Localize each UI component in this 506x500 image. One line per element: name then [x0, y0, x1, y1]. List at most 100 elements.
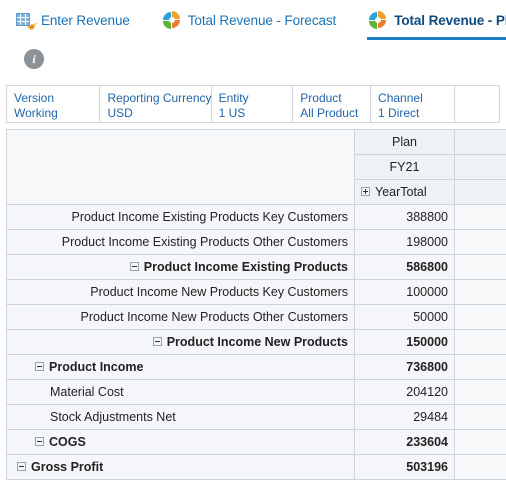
data-cell[interactable]: 100000 — [354, 279, 455, 305]
data-cell[interactable]: 50000 — [354, 304, 455, 330]
row-header-cell[interactable]: COGS — [6, 429, 355, 455]
row-header-label: Product Income — [49, 360, 144, 374]
data-blank-cell — [454, 229, 506, 255]
row-header-label: Product Income Existing Products Key Cus… — [71, 210, 348, 224]
expand-icon[interactable] — [361, 187, 370, 197]
collapse-icon[interactable] — [17, 461, 26, 471]
row-header-cell[interactable]: Product Income Existing Products Other C… — [6, 229, 355, 255]
table-row: Material Cost 204120 — [6, 379, 506, 405]
pov-cell-version[interactable]: Version Working — [7, 86, 101, 122]
table-row: Product Income New Products Other Custom… — [6, 304, 506, 330]
pov-member-value: USD — [107, 105, 133, 120]
row-header-label: Product Income New Products Other Custom… — [80, 310, 348, 324]
pov-cell-product[interactable]: Product All Product — [293, 86, 372, 122]
column-header-cell[interactable]: YearTotal — [354, 179, 455, 205]
data-blank-cell — [454, 429, 506, 455]
tab-enter-revenue[interactable]: Enter Revenue — [14, 0, 143, 40]
row-header-label: Product Income New Products — [166, 335, 348, 349]
table-row: Product Income 736800 — [6, 354, 506, 380]
tab-label: Total Revenue - Forecast — [187, 12, 337, 28]
pov-bar: Version Working Reporting Currency USD Entit… — [6, 85, 500, 123]
pov-dimension-label: Product — [300, 90, 342, 105]
pov-member-value: Working — [14, 105, 58, 120]
row-header-label: Product Income New Products Key Customer… — [90, 285, 348, 299]
table-row: Gross Profit 503196 — [6, 454, 506, 480]
row-header-cell[interactable]: Stock Adjustments Net — [6, 404, 355, 430]
table-row: Stock Adjustments Net 29484 — [6, 404, 506, 430]
data-cell[interactable]: 388800 — [354, 204, 455, 230]
data-cell[interactable]: 204120 — [354, 379, 455, 405]
pov-cell-channel[interactable]: Channel 1 Direct — [371, 86, 455, 122]
row-header-label: Product Income Existing Products — [143, 260, 348, 274]
table-row: COGS 233604 — [6, 429, 506, 455]
data-cell[interactable]: 503196 — [354, 454, 455, 480]
data-grid: Plan FY21 YearTotal Product Income Existing… — [6, 129, 506, 480]
column-header-row: Plan — [6, 129, 506, 205]
row-header-cell[interactable]: Product Income Existing Products Key Cus… — [6, 204, 355, 230]
row-header-cell[interactable]: Product Income New Products Key Customer… — [6, 279, 355, 305]
pov-cell-entity[interactable]: Entity 1 US — [212, 86, 294, 122]
pov-dimension-label: Entity — [218, 90, 249, 105]
column-header-blank-cell — [454, 129, 506, 155]
info-bar: i — [0, 40, 506, 78]
collapse-icon[interactable] — [35, 436, 44, 446]
data-blank-cell — [454, 454, 506, 480]
data-cell[interactable]: 736800 — [354, 354, 455, 380]
tab-bar: Enter Revenue Total Revenue - Forecast T… — [0, 0, 506, 40]
data-blank-cell — [454, 404, 506, 430]
pie-chart-icon — [369, 11, 387, 29]
data-blank-cell — [454, 279, 506, 305]
row-header-cell[interactable]: Material Cost — [6, 379, 355, 405]
column-header-label: Plan — [391, 135, 418, 149]
grid-container: Plan FY21 YearTotal Product Income Existing… — [0, 123, 506, 480]
row-header-label: Gross Profit — [31, 460, 104, 474]
row-header-label: Material Cost — [50, 385, 124, 399]
data-blank-cell — [454, 379, 506, 405]
row-header-label: COGS — [49, 435, 86, 449]
row-header-cell[interactable]: Product Income Existing Products — [6, 254, 355, 280]
info-icon[interactable]: i — [24, 49, 44, 69]
data-cell[interactable]: 29484 — [354, 404, 455, 430]
pov-bar-container: Version Working Reporting Currency USD Entit… — [0, 78, 506, 123]
row-header-label: Stock Adjustments Net — [50, 410, 176, 424]
row-header-cell[interactable]: Gross Profit — [6, 454, 355, 480]
collapse-icon[interactable] — [35, 361, 44, 371]
data-cell[interactable]: 150000 — [354, 329, 455, 355]
data-cell[interactable]: 233604 — [354, 429, 455, 455]
column-header-blank-cell — [454, 179, 506, 205]
tab-total-revenue-forecast[interactable]: Total Revenue - Forecast — [161, 0, 349, 40]
data-blank-cell — [454, 254, 506, 280]
grid-corner-cell — [6, 129, 355, 205]
data-blank-cell — [454, 304, 506, 330]
data-cell[interactable]: 198000 — [354, 229, 455, 255]
pov-member-value: 1 Direct — [378, 105, 420, 120]
tab-label: Enter Revenue — [41, 12, 130, 28]
pov-member-value: 1 US — [218, 105, 246, 120]
pov-cell-reporting-currency[interactable]: Reporting Currency USD — [100, 86, 212, 122]
tab-total-revenue-plan[interactable]: Total Revenue - Plan — [367, 0, 506, 40]
row-header-cell[interactable]: Product Income New Products Other Custom… — [6, 304, 355, 330]
pie-chart-icon — [162, 11, 181, 29]
row-header-cell[interactable]: Product Income — [6, 354, 355, 380]
column-header-cell[interactable]: Plan — [354, 129, 455, 155]
data-cell[interactable]: 586800 — [354, 254, 455, 280]
data-blank-cell — [454, 354, 506, 380]
table-row: Product Income Existing Products 586800 — [6, 254, 506, 280]
column-header-blank-cell — [454, 154, 506, 180]
tab-label: Total Revenue - Plan — [394, 12, 506, 28]
pov-cell-empty[interactable] — [455, 86, 499, 122]
active-tab-indicator — [367, 37, 506, 40]
pov-dimension-label: Version — [14, 90, 55, 105]
table-row: Product Income New Products 150000 — [6, 329, 506, 355]
collapse-icon[interactable] — [129, 261, 139, 271]
table-row: Product Income Existing Products Other C… — [6, 229, 506, 255]
grid-pencil-icon — [16, 11, 39, 31]
pov-dimension-label: Reporting Currency — [107, 90, 212, 105]
column-header-label: FY21 — [389, 160, 420, 174]
row-header-label: Product Income Existing Products Other C… — [61, 235, 348, 249]
row-header-cell[interactable]: Product Income New Products — [6, 329, 355, 355]
column-header-cell[interactable]: FY21 — [354, 154, 455, 180]
collapse-icon[interactable] — [152, 336, 162, 346]
table-row: Product Income Existing Products Key Cus… — [6, 204, 506, 230]
data-blank-cell — [454, 204, 506, 230]
